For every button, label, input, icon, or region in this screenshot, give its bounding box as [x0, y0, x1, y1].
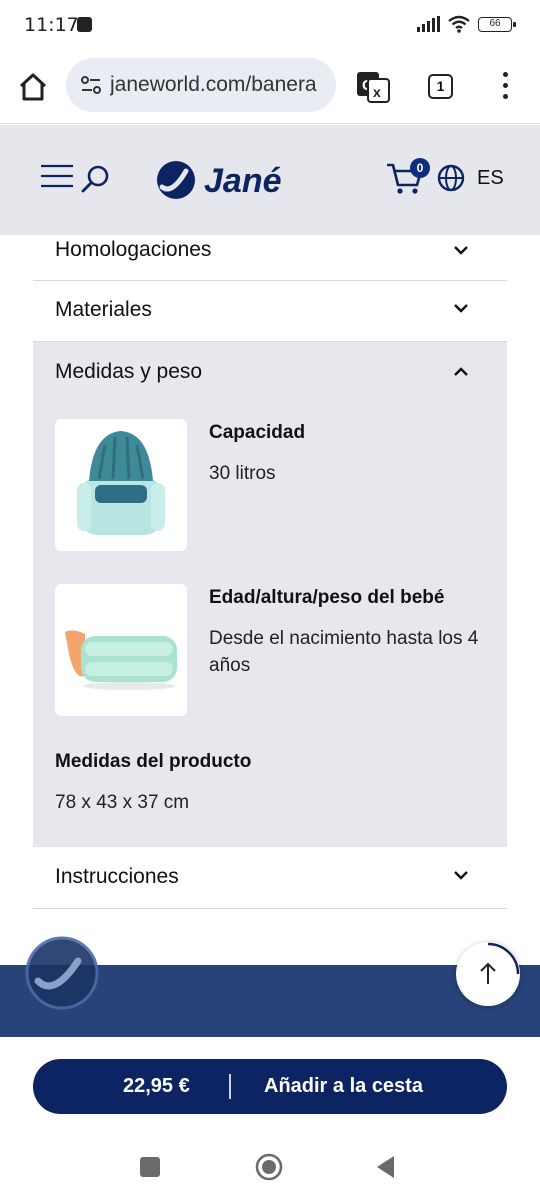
spec-capacity-title: Capacidad [209, 422, 306, 443]
chevron-up-icon[interactable] [453, 367, 469, 377]
upload-icon [77, 17, 92, 32]
home-icon[interactable] [16, 70, 50, 104]
accordion-label: Homologaciones [55, 238, 212, 261]
spec-capacity-value: 30 litros [209, 463, 276, 484]
back-icon[interactable] [374, 1154, 396, 1180]
hamburger-menu-icon[interactable] [40, 163, 74, 189]
accordion-homologaciones[interactable]: Homologaciones [33, 235, 507, 281]
accordion-medidas-header[interactable]: Medidas y peso [55, 360, 202, 384]
globe-icon[interactable] [437, 164, 465, 192]
system-nav-bar [0, 1135, 540, 1200]
divider [229, 1074, 231, 1099]
signal-icon [417, 16, 440, 32]
logo-text: Jané [204, 162, 282, 200]
search-icon[interactable] [80, 163, 112, 195]
site-header: Jané 0 ES [0, 125, 540, 235]
spec-age-value: Desde el nacimiento hasta los 4 años [209, 628, 479, 676]
capacity-image [55, 419, 187, 551]
svg-text:x: x [373, 84, 381, 100]
wifi-icon [448, 15, 470, 33]
chevron-down-icon [454, 246, 468, 255]
recent-apps-icon[interactable] [140, 1157, 160, 1177]
browser-toolbar: janeworld.com/banera G x 1 [0, 52, 540, 124]
status-time: 11:17 [24, 14, 79, 36]
language-selector[interactable]: ES [477, 167, 504, 190]
accordion-label: Materiales [55, 298, 152, 321]
url-text[interactable]: janeworld.com/banera [110, 73, 326, 97]
url-bar[interactable]: janeworld.com/banera [66, 58, 336, 112]
spec-age-title: Edad/altura/peso del bebé [209, 587, 445, 608]
spec-dimensions-title: Medidas del producto [55, 751, 252, 772]
tab-switcher-button[interactable]: 1 [428, 74, 453, 99]
site-settings-icon[interactable] [80, 75, 102, 95]
cart-count-badge: 0 [410, 158, 430, 178]
arrow-up-icon [480, 942, 520, 984]
spec-dimensions-value: 78 x 43 x 37 cm [55, 792, 190, 813]
chevron-down-icon [454, 871, 468, 880]
accordion-instrucciones[interactable]: Instrucciones [33, 848, 507, 909]
accordion-medidas-panel: Medidas y peso Capacidad 30 litros Edad/… [33, 342, 507, 847]
accordion-materiales[interactable]: Materiales [33, 281, 507, 342]
price-label: 22,95 € [123, 1075, 190, 1097]
more-menu-icon[interactable] [503, 72, 511, 102]
add-to-cart-button[interactable]: 22,95 € Añadir a la cesta [33, 1059, 507, 1114]
status-bar: 11:17 66 [0, 0, 540, 52]
jane-logo[interactable]: Jané [156, 157, 336, 203]
age-image [55, 584, 187, 716]
accordion-label: Instrucciones [55, 865, 179, 888]
home-circle-icon[interactable] [255, 1153, 283, 1181]
buy-bar: 22,95 € Añadir a la cesta [0, 1037, 540, 1135]
chevron-down-icon [454, 304, 468, 313]
scroll-to-top-button[interactable] [456, 942, 520, 1006]
battery-icon: 66 [478, 16, 516, 32]
logo-mark-icon: Jané [157, 161, 282, 200]
add-to-cart-label: Añadir a la cesta [264, 1075, 423, 1097]
footer-logo-icon [25, 936, 99, 1010]
translate-icon[interactable]: G x [356, 71, 390, 103]
